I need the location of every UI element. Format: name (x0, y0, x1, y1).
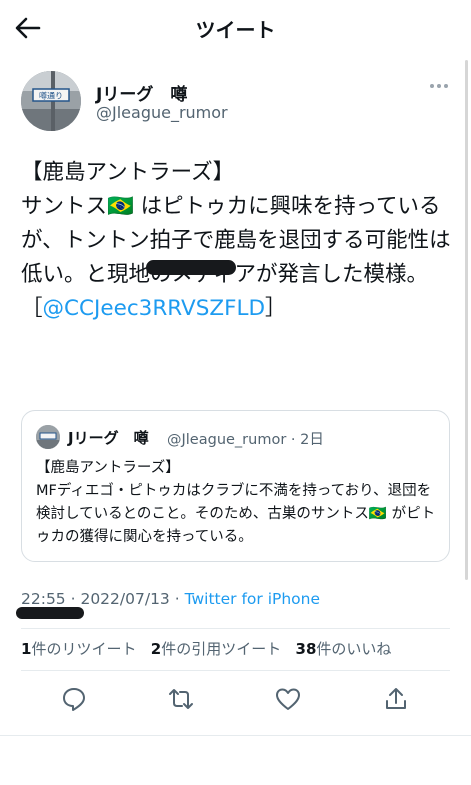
top-bar: ツイート (0, 0, 471, 56)
avatar-image: 噂通り (21, 71, 81, 131)
redaction-mark (16, 607, 84, 619)
quote-author-handle: @Jleague_rumor · 2日 (167, 432, 324, 448)
share-icon[interactable] (382, 685, 410, 713)
divider (0, 735, 471, 736)
divider (21, 628, 450, 629)
like-label: 件のいいね (316, 640, 392, 658)
author-name[interactable]: Jリーグ 噂 (96, 80, 187, 105)
quote-text: 【鹿島アントラーズ】 MFディエゴ・ピトゥカはクラブに不満を持っており、退団を検… (36, 460, 436, 545)
tweet-date: · 2022/07/13 · (65, 590, 185, 608)
tweet-body: 【鹿島アントラーズ】 サントス🇧🇷 はピトゥカに興味を持っているが、トントン拍子… (21, 156, 453, 326)
redaction-mark (146, 260, 236, 275)
quote-count: 2 (150, 640, 162, 658)
retweet-label: 件のリツイート (31, 640, 137, 658)
divider (21, 670, 450, 671)
tweet-meta: 22:55 · 2022/07/13 · Twitter for iPhone (21, 590, 320, 608)
quote-count-link[interactable]: 2件の引用ツイート (151, 640, 281, 658)
retweet-count-link[interactable]: 1件のリツイート (21, 640, 136, 658)
page-title: ツイート (195, 18, 276, 42)
author-handle[interactable]: @Jleague_rumor (96, 103, 228, 122)
retweet-icon[interactable] (167, 685, 195, 713)
like-count: 38 (295, 640, 317, 658)
tweet-time: 22:55 (21, 590, 66, 608)
quote-author-name: Jリーグ 噂 (68, 429, 149, 447)
like-count-link[interactable]: 38件のいいね (296, 640, 392, 658)
avatar[interactable]: 噂通り (21, 71, 81, 131)
quote-avatar (36, 425, 60, 449)
quoted-tweet[interactable]: Jリーグ 噂 @Jleague_rumor · 2日 【鹿島アントラーズ】 MF… (21, 410, 450, 562)
more-icon[interactable] (430, 84, 452, 94)
mention-link[interactable]: @CCJeec3RRVSZFLD (43, 296, 266, 321)
like-icon[interactable] (274, 685, 302, 713)
tweet-bracket-close: ］ (265, 296, 287, 321)
quote-label: 件の引用ツイート (161, 640, 282, 658)
scrollbar[interactable] (465, 60, 468, 580)
retweet-count: 1 (21, 640, 32, 658)
tweet-source[interactable]: Twitter for iPhone (185, 590, 320, 608)
tweet-stats: 1件のリツイート 2件の引用ツイート 38件のいいね (21, 638, 391, 659)
reply-icon[interactable] (60, 685, 88, 713)
avatar-sign-text: 噂通り (39, 91, 63, 101)
quote-avatar-image (36, 425, 60, 449)
